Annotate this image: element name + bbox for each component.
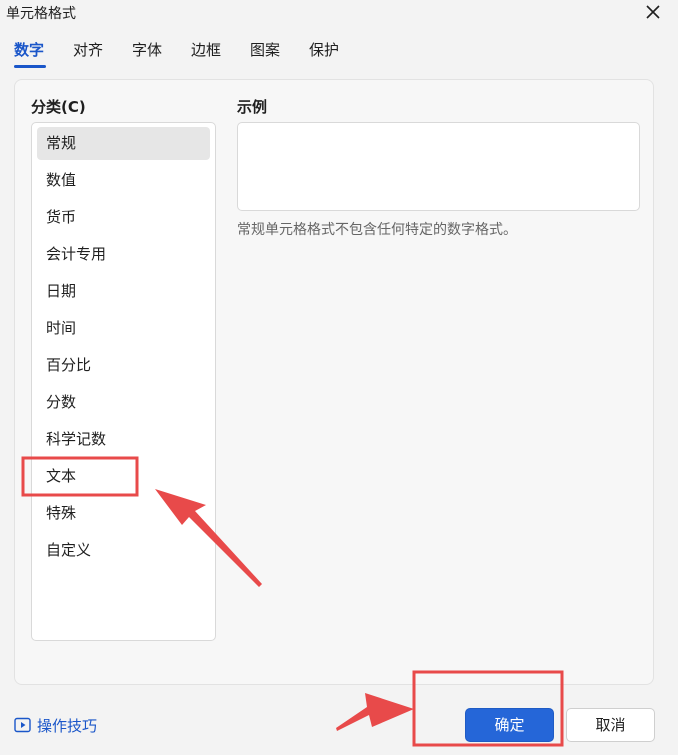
category-item-scientific[interactable]: 科学记数 xyxy=(37,423,210,456)
active-tab-indicator xyxy=(14,65,46,68)
tips-label: 操作技巧 xyxy=(37,716,98,735)
dialog-title: 单元格格式 xyxy=(6,6,76,22)
category-item-accounting[interactable]: 会计专用 xyxy=(37,238,210,271)
tab-pattern[interactable]: 图案 xyxy=(250,36,280,64)
category-item-currency[interactable]: 货币 xyxy=(37,201,210,234)
category-item-text[interactable]: 文本 xyxy=(37,460,210,493)
category-item-general[interactable]: 常规 xyxy=(37,127,210,160)
arrow-to-ok-icon xyxy=(336,693,414,731)
tab-label: 图案 xyxy=(250,41,281,59)
category-item-number[interactable]: 数值 xyxy=(37,164,210,197)
tab-label: 保护 xyxy=(309,41,340,59)
category-item-custom[interactable]: 自定义 xyxy=(37,534,210,567)
sample-preview-box xyxy=(237,122,640,211)
category-item-date[interactable]: 日期 xyxy=(37,275,210,308)
ok-button[interactable]: 确定 xyxy=(465,708,554,742)
category-label: 分类(C) xyxy=(31,98,86,116)
title-bar: 单元格格式 xyxy=(0,0,678,26)
tab-label: 边框 xyxy=(191,41,222,59)
category-item-time[interactable]: 时间 xyxy=(37,312,210,345)
tips-link[interactable]: 操作技巧 xyxy=(14,714,97,736)
tab-label: 数字 xyxy=(14,41,45,59)
close-icon xyxy=(646,5,660,19)
tab-label: 字体 xyxy=(132,41,163,59)
format-description: 常规单元格格式不包含任何特定的数字格式。 xyxy=(237,222,517,238)
number-format-panel: 分类(C) 常规 数值 货币 会计专用 日期 时间 百分比 分数 科学记数 文本… xyxy=(14,79,654,685)
tab-font[interactable]: 字体 xyxy=(132,36,162,64)
tab-alignment[interactable]: 对齐 xyxy=(73,36,103,64)
category-list[interactable]: 常规 数值 货币 会计专用 日期 时间 百分比 分数 科学记数 文本 特殊 自定… xyxy=(31,122,216,641)
tab-label: 对齐 xyxy=(73,41,104,59)
sample-label: 示例 xyxy=(237,98,268,116)
tab-protection[interactable]: 保护 xyxy=(309,36,339,64)
category-item-fraction[interactable]: 分数 xyxy=(37,386,210,419)
tab-border[interactable]: 边框 xyxy=(191,36,221,64)
category-item-percentage[interactable]: 百分比 xyxy=(37,349,210,382)
cancel-button[interactable]: 取消 xyxy=(566,708,655,742)
play-box-icon xyxy=(14,717,31,733)
close-button[interactable] xyxy=(642,3,664,23)
tab-number[interactable]: 数字 xyxy=(14,36,46,68)
category-item-special[interactable]: 特殊 xyxy=(37,497,210,530)
